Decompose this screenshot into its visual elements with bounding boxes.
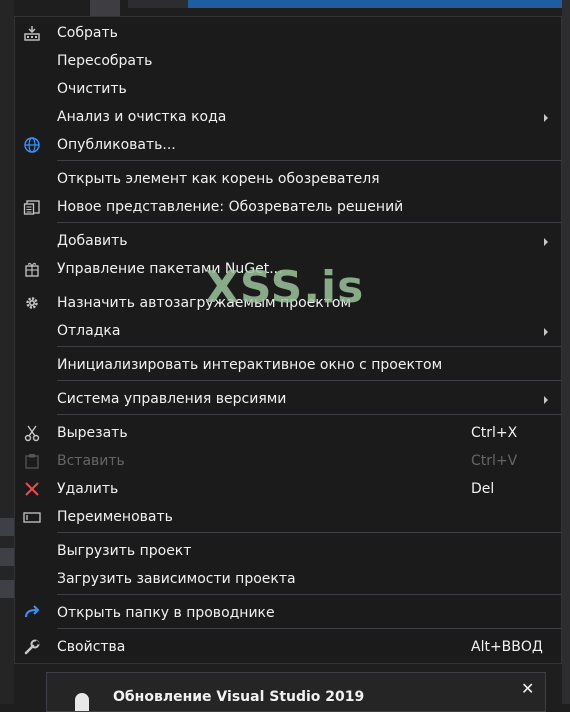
- menu-item-label: Выгрузить проект: [57, 543, 192, 559]
- background-panel-left: [0, 0, 14, 704]
- menu-item-label: Вырезать: [57, 425, 128, 441]
- menu-item-unload-project[interactable]: Выгрузить проект: [15, 537, 561, 565]
- shortcut-text: Del: [471, 481, 495, 497]
- menu-item-label: Открыть папку в проводнике: [57, 605, 275, 621]
- menu-item-label: Открыть элемент как корень обозревателя: [57, 171, 380, 187]
- submenu-arrow-icon: [544, 238, 548, 246]
- submenu-arrow-icon: [544, 328, 548, 336]
- wrench-icon: [24, 639, 40, 655]
- menu-separator: [57, 346, 561, 347]
- menu-item-label: Инициализировать интерактивное окно с пр…: [57, 357, 443, 373]
- menu-item-label: Очистить: [57, 81, 127, 97]
- menu-item-interactive-window[interactable]: Инициализировать интерактивное окно с пр…: [15, 351, 561, 379]
- menu-item-label: Собрать: [57, 25, 118, 41]
- menu-item-label: Система управления версиями: [57, 391, 287, 407]
- delete-icon: [25, 482, 39, 496]
- refresh-arrow-icon: [25, 605, 40, 618]
- background-fragment: [0, 548, 14, 566]
- selected-row-highlight: [188, 0, 570, 8]
- context-menu: Собрать Пересобрать Очистить Анализ и оч…: [14, 16, 562, 664]
- menu-item-label: Новое представление: Обозреватель решени…: [57, 199, 404, 215]
- menu-item-paste[interactable]: Вставить Ctrl+V: [15, 447, 561, 475]
- menu-item-cut[interactable]: Вырезать Ctrl+X: [15, 419, 561, 447]
- menu-separator: [57, 532, 561, 533]
- menu-item-add[interactable]: Добавить: [15, 227, 561, 255]
- menu-item-label: Анализ и очистка кода: [57, 109, 227, 125]
- menu-separator: [57, 222, 561, 223]
- submenu-arrow-icon: [544, 396, 548, 404]
- menu-item-label: Вставить: [57, 453, 125, 469]
- new-view-icon: [23, 200, 40, 215]
- watermark: XSS.is: [205, 262, 365, 313]
- background-tree-row: [128, 0, 570, 8]
- nuget-icon: [25, 262, 39, 277]
- background-fragment: [0, 580, 14, 598]
- menu-item-scope-to-this[interactable]: Открыть элемент как корень обозревателя: [15, 165, 561, 193]
- menu-item-delete[interactable]: Удалить Del: [15, 475, 561, 503]
- menu-item-label: Удалить: [57, 481, 119, 497]
- menu-item-source-control[interactable]: Система управления версиями: [15, 385, 561, 413]
- menu-item-label: Пересобрать: [57, 53, 153, 69]
- menu-item-rebuild[interactable]: Пересобрать: [15, 47, 561, 75]
- menu-item-clean[interactable]: Очистить: [15, 75, 561, 103]
- globe-icon: [24, 137, 40, 153]
- gear-icon: [26, 297, 38, 309]
- submenu-arrow-icon: [544, 114, 548, 122]
- background-fragment: [0, 518, 14, 536]
- build-icon: [24, 26, 40, 41]
- rename-icon: [23, 512, 41, 523]
- menu-item-rename[interactable]: Переименовать: [15, 503, 561, 531]
- menu-separator: [57, 160, 561, 161]
- menu-item-label: Опубликовать...: [57, 137, 176, 153]
- shortcut-text: Ctrl+X: [471, 425, 518, 441]
- menu-item-load-dependencies[interactable]: Загрузить зависимости проекта: [15, 565, 561, 593]
- menu-item-properties[interactable]: Свойства Alt+ВВОД: [15, 633, 561, 661]
- menu-item-analyze[interactable]: Анализ и очистка кода: [15, 103, 561, 131]
- close-icon[interactable]: ✕: [521, 679, 534, 698]
- menu-separator: [57, 594, 561, 595]
- menu-item-build[interactable]: Собрать: [15, 19, 561, 47]
- shortcut-text: Alt+ВВОД: [471, 639, 543, 655]
- shortcut-text: Ctrl+V: [471, 453, 518, 469]
- update-notification[interactable]: Обновление Visual Studio 2019 ✕: [46, 672, 546, 712]
- menu-item-open-folder[interactable]: Открыть папку в проводнике: [15, 599, 561, 627]
- scissors-icon: [24, 425, 40, 442]
- menu-item-label: Отладка: [57, 323, 121, 339]
- notification-icon: [75, 693, 89, 711]
- background-panel-right: [562, 0, 570, 704]
- paste-icon: [25, 454, 39, 469]
- menu-item-label: Загрузить зависимости проекта: [57, 571, 296, 587]
- menu-separator: [57, 414, 561, 415]
- menu-item-label: Переименовать: [57, 509, 173, 525]
- menu-item-label: Добавить: [57, 233, 128, 249]
- menu-separator: [57, 380, 561, 381]
- menu-item-publish[interactable]: Опубликовать...: [15, 131, 561, 159]
- menu-item-label: Свойства: [57, 639, 126, 655]
- menu-item-debug[interactable]: Отладка: [15, 317, 561, 345]
- menu-separator: [57, 628, 561, 629]
- notification-title: Обновление Visual Studio 2019: [113, 689, 365, 705]
- menu-item-new-view[interactable]: Новое представление: Обозреватель решени…: [15, 193, 561, 221]
